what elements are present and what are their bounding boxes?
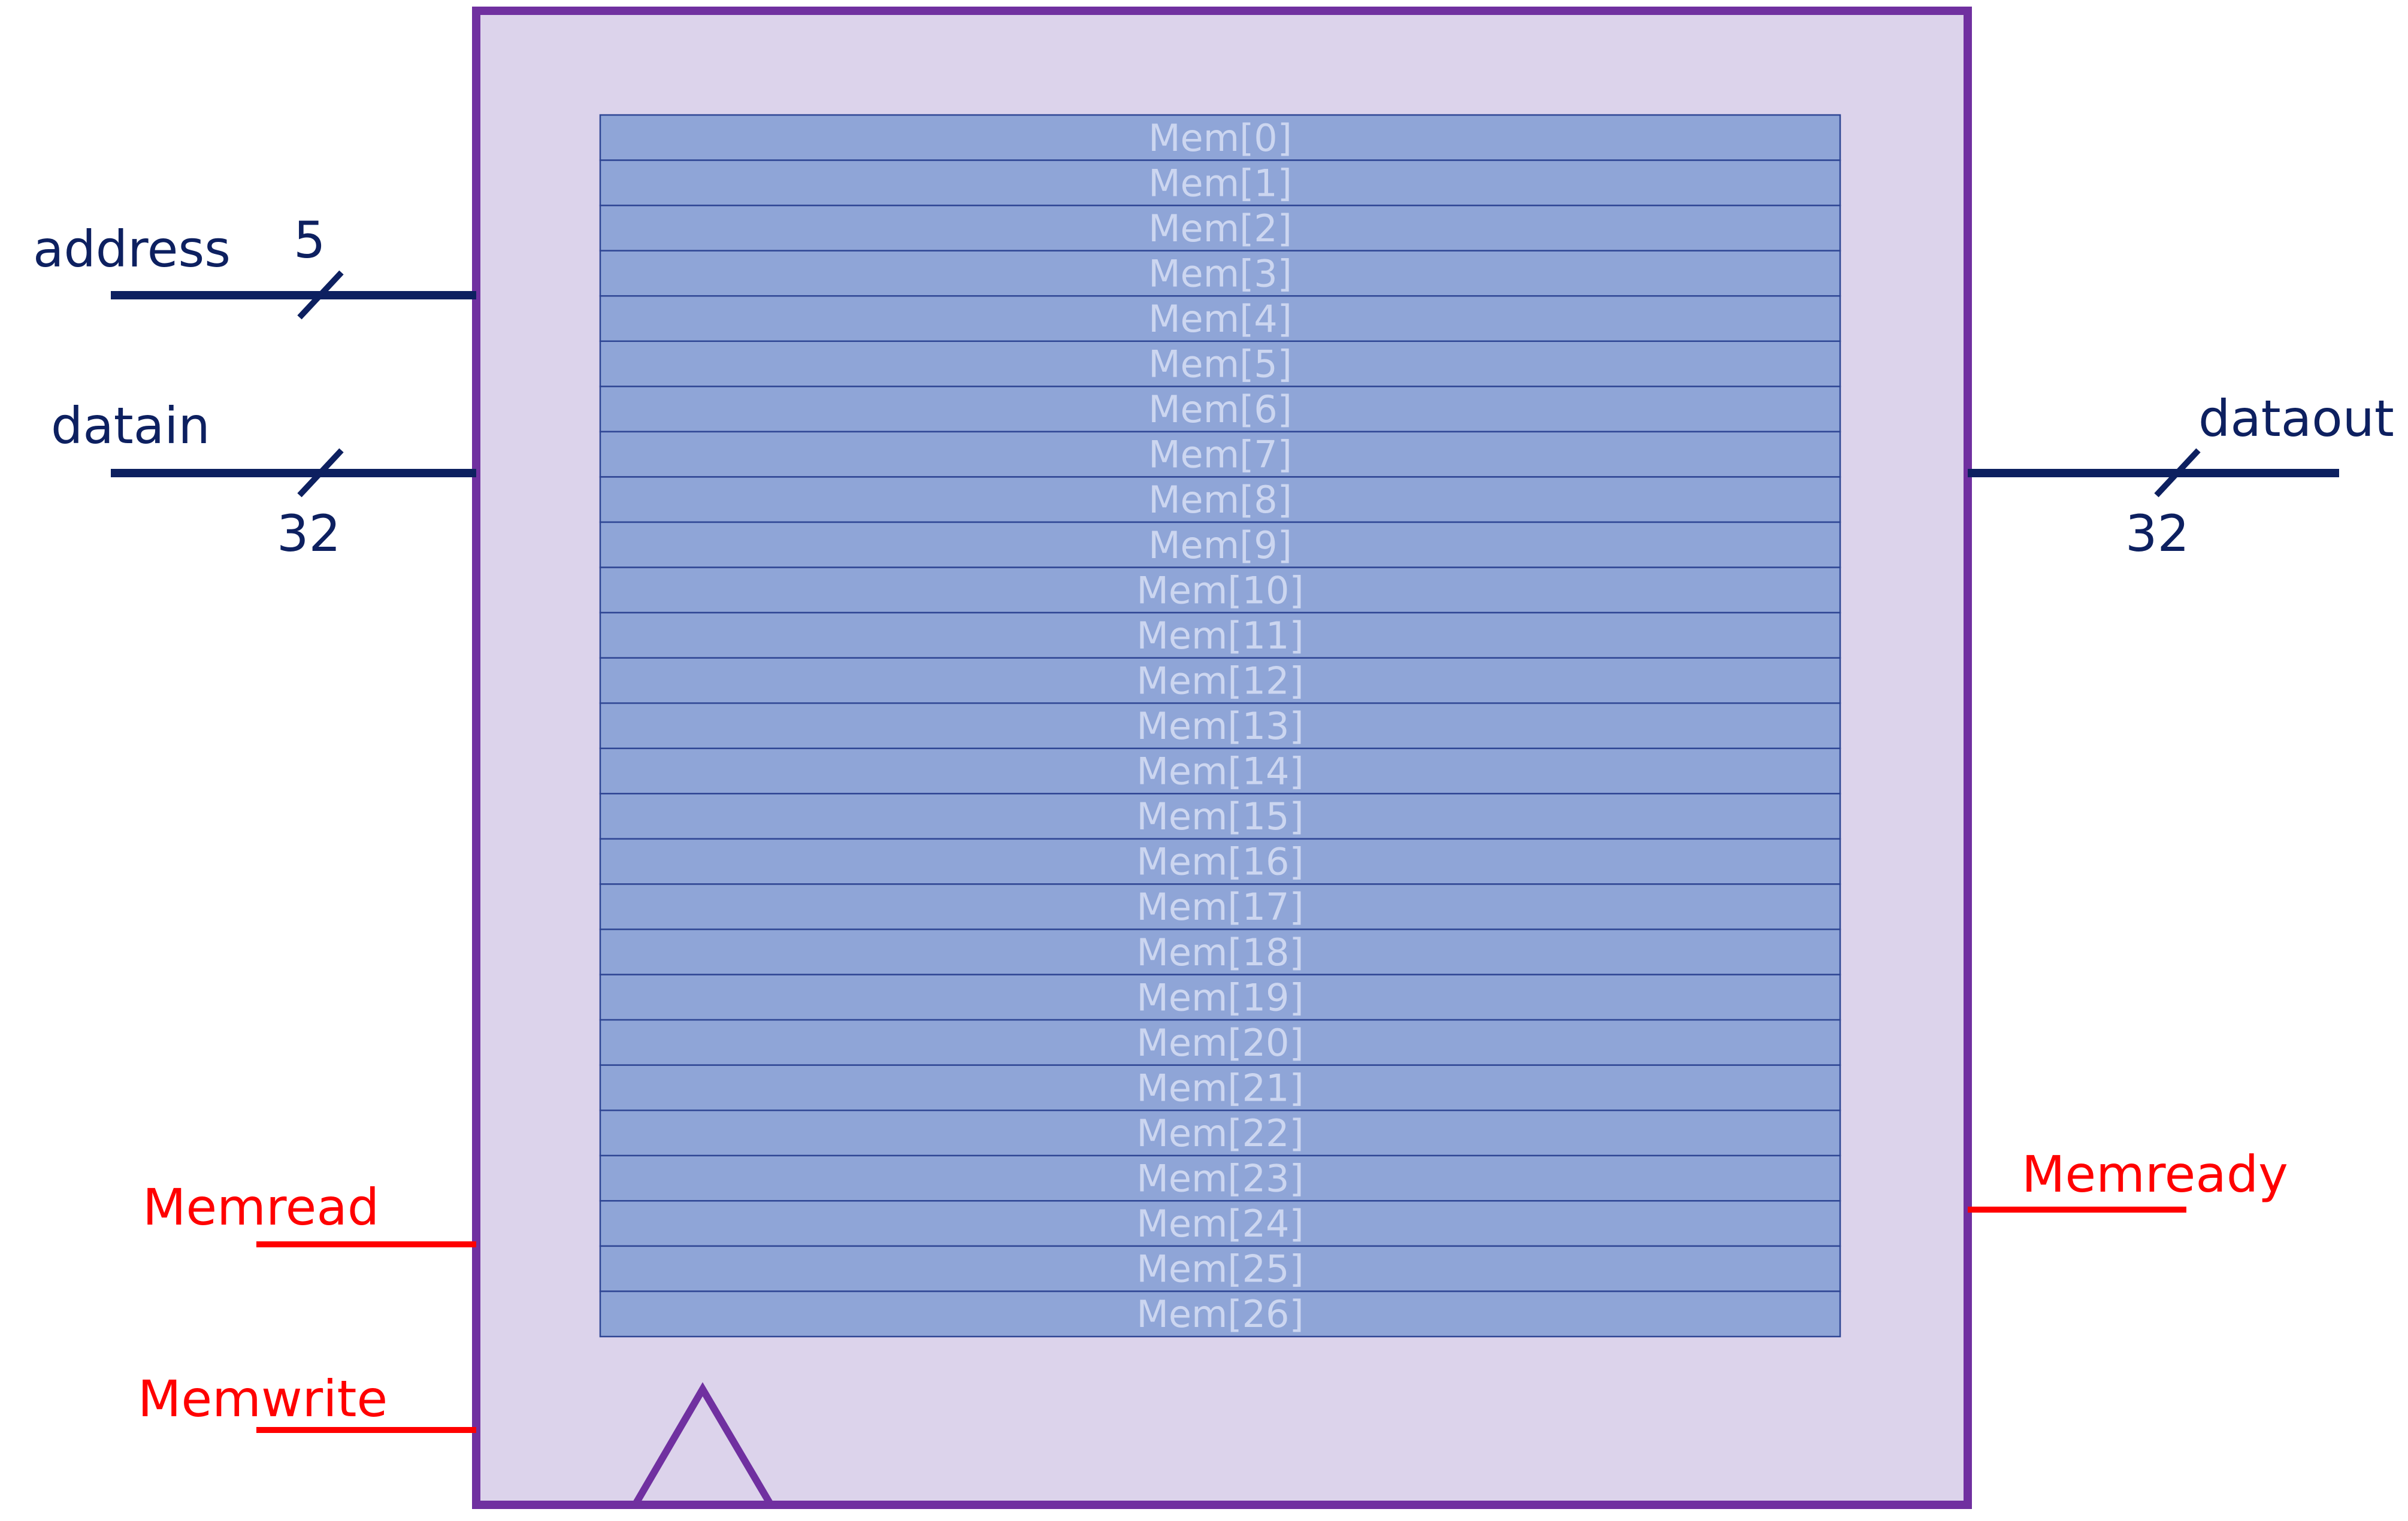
memory-cell: Mem[15] bbox=[599, 793, 1841, 840]
memory-cell-label: Mem[13] bbox=[1136, 704, 1303, 748]
dataout-width-label: 32 bbox=[2125, 504, 2189, 563]
memory-cell-label: Mem[6] bbox=[1148, 387, 1292, 431]
memory-cell: Mem[18] bbox=[599, 928, 1841, 975]
memory-cell-label: Mem[18] bbox=[1136, 931, 1303, 974]
memory-cell-label: Mem[9] bbox=[1148, 523, 1292, 567]
memory-cell: Mem[23] bbox=[599, 1155, 1841, 1202]
memory-cell-label: Mem[2] bbox=[1148, 207, 1292, 250]
memory-cell: Mem[22] bbox=[599, 1109, 1841, 1157]
memory-cell: Mem[12] bbox=[599, 657, 1841, 704]
memory-cell: Mem[1] bbox=[599, 159, 1841, 207]
memory-cell-label: Mem[14] bbox=[1136, 750, 1303, 793]
address-width-label: 5 bbox=[294, 211, 325, 269]
memory-cell-label: Mem[7] bbox=[1148, 433, 1292, 477]
memory-cell-label: Mem[4] bbox=[1148, 297, 1292, 341]
memread-signal: Memread bbox=[143, 1178, 476, 1247]
memory-cell: Mem[11] bbox=[599, 611, 1841, 659]
memory-cell-label: Mem[20] bbox=[1136, 1021, 1303, 1065]
memory-cell: Mem[17] bbox=[599, 883, 1841, 931]
memory-cell: Mem[20] bbox=[599, 1019, 1841, 1066]
memready-signal: Memready bbox=[1968, 1145, 2288, 1213]
memwrite-signal: Memwrite bbox=[138, 1369, 476, 1433]
memory-cell-label: Mem[11] bbox=[1136, 614, 1303, 658]
memory-cell: Mem[9] bbox=[599, 521, 1841, 568]
memory-cell: Mem[13] bbox=[599, 702, 1841, 750]
memory-cell-label: Mem[22] bbox=[1136, 1111, 1303, 1155]
memory-cell-label: Mem[10] bbox=[1136, 568, 1303, 612]
address-signal: address 5 bbox=[33, 211, 476, 320]
memory-cell: Mem[4] bbox=[599, 295, 1841, 343]
datain-signal: datain 32 bbox=[51, 396, 476, 563]
memory-diagram: Mem[0]Mem[1]Mem[2]Mem[3]Mem[4]Mem[5]Mem[… bbox=[33, 7, 2394, 1509]
memory-cell-label: Mem[15] bbox=[1136, 795, 1303, 838]
memory-cell-label: Mem[0] bbox=[1148, 116, 1292, 160]
memory-cells: Mem[0]Mem[1]Mem[2]Mem[3]Mem[4]Mem[5]Mem[… bbox=[599, 114, 1841, 1338]
memory-cell: Mem[6] bbox=[599, 386, 1841, 433]
memory-cell-label: Mem[16] bbox=[1136, 840, 1303, 884]
memory-cell: Mem[14] bbox=[599, 747, 1841, 795]
memory-cell: Mem[5] bbox=[599, 340, 1841, 387]
memory-cell: Mem[25] bbox=[599, 1245, 1841, 1292]
memread-label: Memread bbox=[143, 1178, 379, 1237]
dataout-signal: dataout 32 bbox=[1968, 389, 2394, 563]
memwrite-label: Memwrite bbox=[138, 1369, 388, 1428]
memory-cell-label: Mem[24] bbox=[1136, 1202, 1303, 1246]
memory-cell: Mem[24] bbox=[599, 1200, 1841, 1247]
memory-cell: Mem[7] bbox=[599, 431, 1841, 478]
memory-cell: Mem[3] bbox=[599, 250, 1841, 297]
memory-cell-label: Mem[25] bbox=[1136, 1247, 1303, 1291]
memory-cell-label: Mem[3] bbox=[1148, 252, 1292, 295]
memory-cell-label: Mem[21] bbox=[1136, 1066, 1303, 1110]
dataout-label: dataout bbox=[2198, 389, 2394, 448]
memory-cell: Mem[2] bbox=[599, 204, 1841, 252]
memory-cell: Mem[0] bbox=[599, 114, 1841, 161]
datain-width-label: 32 bbox=[277, 504, 341, 563]
memory-cell: Mem[10] bbox=[599, 566, 1841, 614]
memory-cell-label: Mem[19] bbox=[1136, 975, 1303, 1019]
memready-label: Memready bbox=[2022, 1145, 2288, 1204]
memory-cell-label: Mem[23] bbox=[1136, 1157, 1303, 1201]
memory-cell: Mem[8] bbox=[599, 476, 1841, 523]
memory-cell-label: Mem[17] bbox=[1136, 885, 1303, 929]
memory-cell-label: Mem[26] bbox=[1136, 1292, 1303, 1336]
memory-cell-label: Mem[5] bbox=[1148, 343, 1292, 386]
memory-cell-label: Mem[1] bbox=[1148, 161, 1292, 205]
memory-cell: Mem[16] bbox=[599, 838, 1841, 885]
datain-label: datain bbox=[51, 396, 210, 455]
memory-cell-label: Mem[8] bbox=[1148, 478, 1292, 522]
memory-cell-label: Mem[12] bbox=[1136, 659, 1303, 702]
memory-cell: Mem[19] bbox=[599, 974, 1841, 1021]
memory-cell: Mem[26] bbox=[599, 1290, 1841, 1338]
address-label: address bbox=[33, 220, 231, 278]
memory-cell: Mem[21] bbox=[599, 1064, 1841, 1111]
